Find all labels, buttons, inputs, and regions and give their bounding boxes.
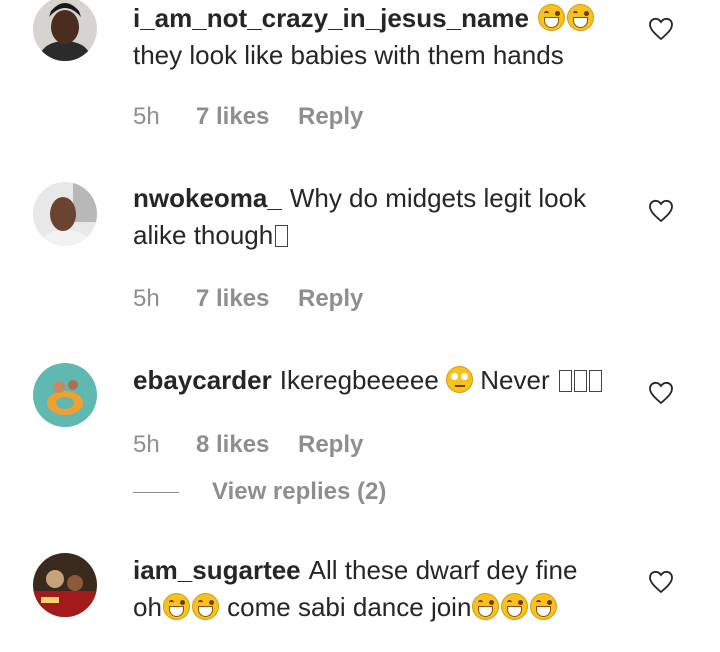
comment-text: iam_sugartee All these dwarf dey fine oh … [133, 552, 623, 626]
avatar[interactable] [33, 363, 97, 427]
heart-outline-icon[interactable] [648, 381, 674, 405]
laugh-emoji-icon [191, 593, 219, 620]
eyeroll-emoji-icon [446, 366, 474, 393]
comment-body-cont: alike though [133, 220, 274, 250]
comment-likes[interactable]: 7 likes [196, 284, 269, 314]
comment-body: Why do midgets legit look [289, 183, 587, 213]
comment-likes[interactable]: 7 likes [196, 102, 269, 132]
missing-glyph-icon [558, 370, 572, 392]
laugh-emoji-icon [162, 593, 190, 620]
comment-body: they look like babies with them hands [133, 40, 564, 70]
comment-username[interactable]: iam_sugartee [133, 555, 301, 585]
reply-button[interactable]: Reply [298, 284, 363, 314]
comment-likes[interactable]: 8 likes [196, 430, 269, 460]
reply-button[interactable]: Reply [298, 430, 363, 460]
laugh-emoji-icon [567, 4, 594, 31]
reply-button[interactable]: Reply [298, 102, 363, 132]
missing-glyph-icon [275, 225, 289, 247]
avatar[interactable] [33, 182, 97, 246]
laugh-emoji-icon [538, 4, 565, 31]
missing-glyph-icon [588, 370, 602, 392]
heart-outline-icon[interactable] [648, 199, 674, 223]
heart-outline-icon[interactable] [648, 570, 674, 594]
comment-body: All these dwarf dey fine [308, 555, 578, 585]
laugh-emoji-icon [530, 593, 558, 620]
avatar[interactable] [33, 0, 97, 61]
comment-text: nwokeoma_ Why do midgets legit look alike… [133, 180, 623, 254]
replies-divider [133, 492, 179, 493]
avatar[interactable] [33, 553, 97, 617]
comment-time: 5h [133, 431, 160, 458]
comment-text: i_am_not_crazy_in_jesus_name they look l… [133, 0, 623, 74]
laugh-emoji-icon [472, 593, 500, 620]
comment-time: 5h [133, 285, 160, 312]
comment-body-cont2: come sabi dance join [227, 592, 472, 622]
comment-body-cont: oh [133, 592, 162, 622]
comment-text: ebaycarder Ikeregbeeeee Never [133, 362, 623, 399]
view-replies-label[interactable]: View replies (2) [212, 477, 386, 507]
comment-username[interactable]: nwokeoma_ [133, 183, 282, 213]
heart-outline-icon[interactable] [648, 17, 674, 41]
comment-time: 5h [133, 103, 160, 130]
comment-username[interactable]: i_am_not_crazy_in_jesus_name [133, 3, 529, 33]
missing-glyph-icon [573, 370, 587, 392]
comment-body-cont: Never [480, 365, 550, 395]
laugh-emoji-icon [501, 593, 529, 620]
comment-username[interactable]: ebaycarder [133, 365, 272, 395]
comment-body: Ikeregbeeeee [279, 365, 439, 395]
